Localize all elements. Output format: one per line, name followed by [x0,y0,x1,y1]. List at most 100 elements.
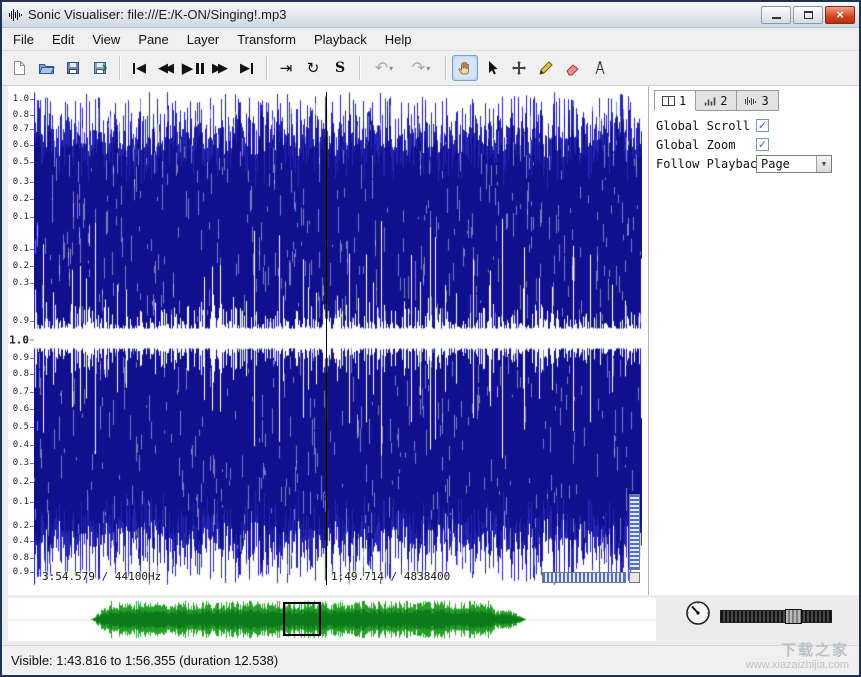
menu-transform[interactable]: Transform [228,29,305,50]
scale-label: 0.8 [13,369,29,379]
play-icon: ▶ [182,61,194,76]
scale-label: 1.0 [13,94,29,104]
follow-playback-label: Follow Playback [656,157,756,171]
bars-icon [703,96,716,106]
close-button[interactable]: × [825,6,855,24]
playback-position-label: 1:49.714 / 4838400 [331,570,450,583]
visible-region-rect[interactable] [283,602,321,636]
scale-label: 0.2 [13,261,29,271]
app-window: Sonic Visualiser: file:///E:/K-ON/Singin… [0,0,861,677]
new-session-icon [11,60,27,76]
fast-forward-button[interactable]: ▶▶ [207,55,233,81]
pencil-icon [538,60,554,76]
undo-button[interactable]: ↶▾ [366,55,402,81]
title-bar[interactable]: Sonic Visualiser: file:///E:/K-ON/Singin… [2,2,859,28]
solo-icon: S [335,60,345,76]
redo-icon: ↷ [412,60,425,76]
rewind-start-button[interactable]: ◀ [126,55,152,81]
scale-label: 0.2 [13,521,29,531]
window-controls: × [761,6,859,24]
loop-playback-icon: ↻ [307,61,320,76]
rewind-button[interactable]: ◀◀ [153,55,179,81]
vertical-zoom-wheel[interactable] [629,494,640,570]
menu-help[interactable]: Help [376,29,421,50]
navigate-tool-button[interactable] [452,55,478,81]
zoom-reset-button[interactable] [629,572,640,583]
follow-playback-select[interactable]: Page ▼ [756,155,832,173]
forward-end-button[interactable]: ▶ [234,55,260,81]
tab-pane-3[interactable]: 3 [737,90,778,111]
overview-panner[interactable] [8,598,656,641]
scale-label: 1.0 [9,333,29,346]
tab-pane-2[interactable]: 2 [696,90,737,111]
open-session-button[interactable] [33,55,59,81]
redo-button[interactable]: ↷▾ [403,55,439,81]
move-crosshair-icon [511,60,527,76]
menu-layer[interactable]: Layer [178,29,229,50]
global-zoom-label: Global Zoom [656,138,756,152]
playback-speed-knob[interactable] [684,599,712,627]
window-title: Sonic Visualiser: file:///E:/K-ON/Singin… [28,7,756,22]
menu-view[interactable]: View [83,29,129,50]
eraser-icon [565,60,581,76]
global-scroll-label: Global Scroll [656,119,756,133]
edit-tool-button[interactable] [506,55,532,81]
global-zoom-checkbox[interactable]: ✓ [756,138,769,151]
overview-canvas[interactable] [8,598,656,641]
erase-tool-button[interactable] [560,55,586,81]
save-session-button[interactable] [60,55,86,81]
scale-label: 0.5 [13,422,29,432]
duration-samplerate-label: 3:54.579 / 44100Hz [42,570,161,583]
scale-label: 0.7 [13,387,29,397]
follow-playback-value: Page [757,156,816,172]
play-pause-button[interactable]: ▶ [180,55,206,81]
rewind-start-icon [133,63,135,74]
slider-handle[interactable] [785,609,802,624]
export-audio-button[interactable] [87,55,113,81]
horizontal-zoom-wheel[interactable] [542,572,626,583]
maximize-icon [804,11,813,19]
menu-playback[interactable]: Playback [305,29,376,50]
constrain-playback-button[interactable]: ⇥ [273,55,299,81]
visible-range-status: Visible: 1:43.816 to 1:56.355 (duration … [11,653,278,668]
menu-edit[interactable]: Edit [43,29,83,50]
loop-playback-button[interactable]: ↻ [300,55,326,81]
property-panel: 1 2 3 Global Scroll ✓ [648,86,859,595]
pause-icon [194,63,204,74]
select-tool-button[interactable] [479,55,505,81]
undo-icon: ↶ [375,60,388,76]
follow-playback-row: Follow Playback Page ▼ [656,155,859,172]
scale-label: 0.9 [13,567,29,577]
draw-tool-button[interactable] [533,55,559,81]
solo-pane-button[interactable]: S [327,55,353,81]
new-session-button[interactable] [6,55,32,81]
waveform-canvas[interactable] [34,92,642,585]
measure-divider-icon [592,60,608,76]
hand-icon [457,60,473,76]
checkmark-icon: ✓ [758,139,767,150]
global-scroll-checkbox[interactable]: ✓ [756,119,769,132]
open-folder-icon [38,60,55,76]
toolbar-separator [266,56,267,80]
scale-label: 0.6 [13,140,29,150]
constrain-playback-icon: ⇥ [280,61,293,76]
export-audio-icon [92,60,108,76]
waveform-view[interactable]: 3:54.579 / 44100Hz 1:49.714 / 4838400 [34,92,642,585]
playback-speed-slider[interactable] [720,610,832,623]
measure-tool-button[interactable] [587,55,613,81]
minimize-button[interactable] [761,6,791,24]
menu-pane[interactable]: Pane [129,29,177,50]
global-scroll-row: Global Scroll ✓ [656,117,859,134]
playhead-cursor [326,92,327,585]
scale-label: 0.5 [13,157,29,167]
scale-label: 0.8 [13,553,29,563]
maximize-button[interactable] [793,6,823,24]
scale-label: 0.1 [13,244,29,254]
tab-pane-1[interactable]: 1 [654,90,696,111]
scale-label: 0.7 [13,124,29,134]
spectrum-icon [744,96,757,106]
menu-file[interactable]: File [4,29,43,50]
cursor-arrow-icon [484,60,500,76]
scale-label: 0.2 [13,477,29,487]
scale-label: 0.8 [13,110,29,120]
